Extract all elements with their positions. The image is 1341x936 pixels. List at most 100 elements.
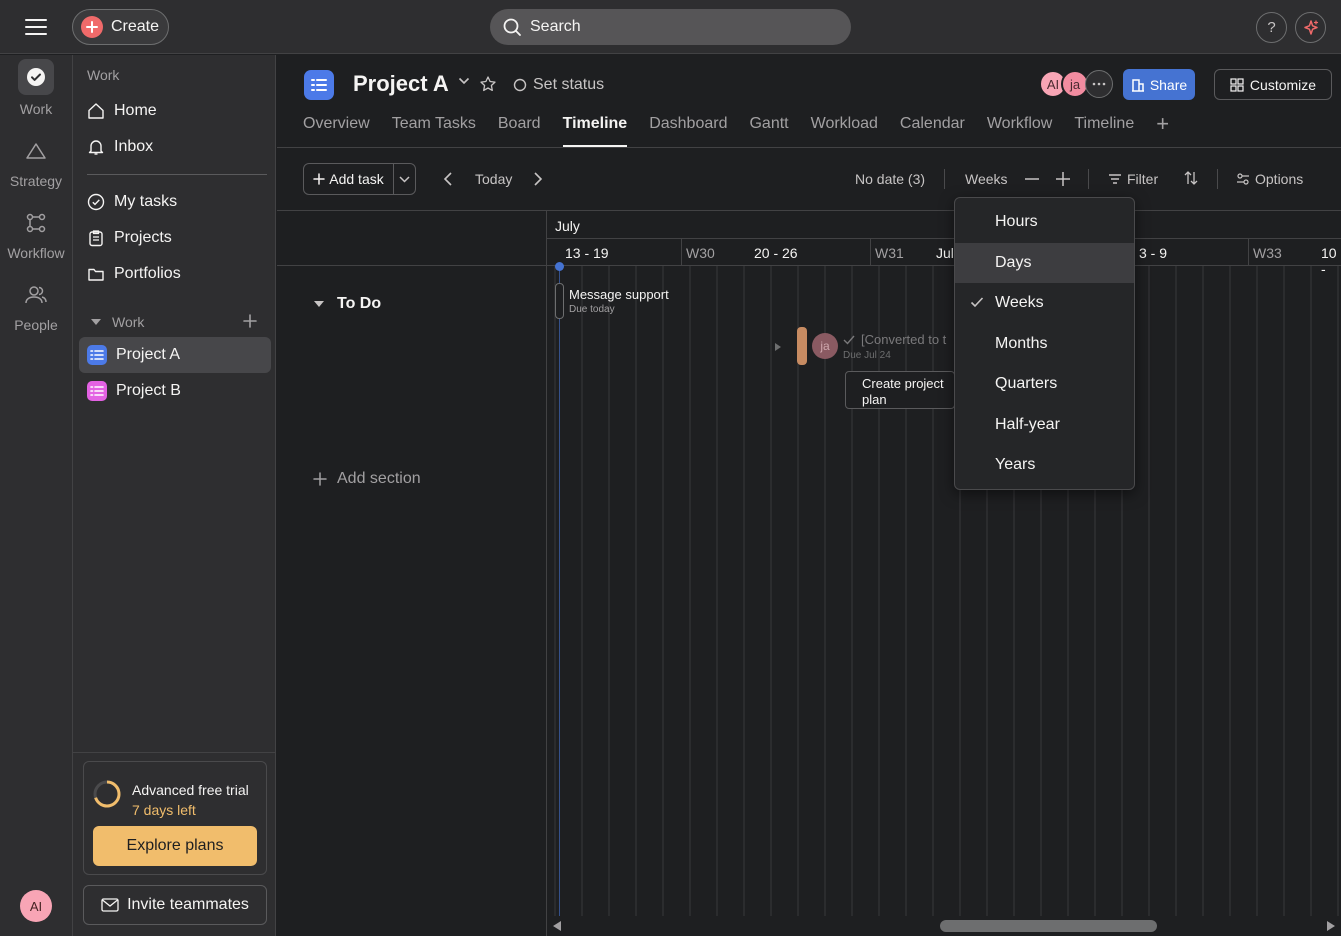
set-status-button[interactable]: Set status xyxy=(513,76,604,94)
rail-item-workflow[interactable]: Workflow xyxy=(0,207,72,261)
task-bar[interactable] xyxy=(555,283,564,319)
member-avatars[interactable]: AI ja xyxy=(1039,70,1113,98)
sidebar-item-portfolios[interactable]: Portfolios xyxy=(79,256,271,292)
rail-item-strategy[interactable]: Strategy xyxy=(0,135,72,189)
add-section-button[interactable]: Add section xyxy=(313,470,421,488)
zoom-out-icon[interactable] xyxy=(1024,171,1040,187)
filter-button[interactable]: Filter xyxy=(1108,171,1158,187)
tab-calendar[interactable]: Calendar xyxy=(900,115,965,147)
no-date-button[interactable]: No date (3) xyxy=(855,171,925,187)
week-label: W33 xyxy=(1253,245,1282,261)
task-card[interactable]: Create project plan xyxy=(845,371,955,409)
user-avatar[interactable]: AI xyxy=(20,890,52,922)
rail-item-people[interactable]: People xyxy=(0,279,72,333)
sidebar-item-my-tasks[interactable]: My tasks xyxy=(79,184,271,220)
bell-icon xyxy=(87,138,105,156)
ai-sparkle-button[interactable] xyxy=(1295,12,1326,43)
expand-arrow-icon[interactable] xyxy=(774,342,782,352)
sidebar-item-label: Project B xyxy=(116,382,181,399)
today-marker xyxy=(555,262,564,271)
menu-item-days[interactable]: Days xyxy=(955,242,1134,283)
chevron-down-icon[interactable] xyxy=(458,77,470,85)
scrollbar-thumb[interactable] xyxy=(940,920,1157,932)
work-section-toggle[interactable]: Work xyxy=(90,314,144,330)
create-button[interactable]: Create xyxy=(72,9,169,45)
star-icon[interactable] xyxy=(479,75,497,93)
trial-days-left: 7 days left xyxy=(132,802,196,818)
triangle-icon xyxy=(18,135,54,167)
project-title[interactable]: Project A xyxy=(353,71,449,97)
menu-item-hours[interactable]: Hours xyxy=(955,202,1134,243)
chevron-left-icon[interactable] xyxy=(443,171,453,187)
month-label: July xyxy=(555,218,580,234)
zoom-select[interactable]: Weeks xyxy=(965,171,1008,187)
today-button[interactable]: Today xyxy=(475,171,512,187)
help-button[interactable]: ? xyxy=(1256,12,1287,43)
week-label: 13 - 19 xyxy=(565,245,609,261)
task-title[interactable]: [Converted to t xyxy=(861,332,946,347)
week-separator xyxy=(681,239,682,265)
task-list-pane: To Do Add section xyxy=(277,211,547,936)
set-status-label: Set status xyxy=(533,76,605,93)
menu-item-label: Half-year xyxy=(995,415,1060,433)
timeline-grid: July 13 - 19 W30 20 - 26 W31 Jul 3 - 9 W… xyxy=(547,211,1341,936)
sort-icon[interactable] xyxy=(1184,170,1198,186)
tab-dashboard[interactable]: Dashboard xyxy=(649,115,727,147)
add-section-label: Add section xyxy=(337,470,421,487)
menu-item-half-year[interactable]: Half-year xyxy=(955,405,1134,446)
tab-overview[interactable]: Overview xyxy=(303,115,370,147)
plus-icon xyxy=(313,472,327,486)
options-button[interactable]: Options xyxy=(1236,171,1303,187)
scroll-right-icon[interactable] xyxy=(1325,920,1337,932)
tab-gantt[interactable]: Gantt xyxy=(749,115,788,147)
list-header-divider xyxy=(277,265,547,266)
zoom-in-icon[interactable] xyxy=(1055,171,1071,187)
menu-item-years[interactable]: Years xyxy=(955,445,1134,486)
workflow-icon xyxy=(18,207,54,239)
add-task-main[interactable]: Add task xyxy=(304,164,394,194)
add-task-dropdown[interactable] xyxy=(394,164,415,194)
menu-item-quarters[interactable]: Quarters xyxy=(955,364,1134,405)
tab-timeline[interactable]: Timeline xyxy=(562,115,628,147)
menu-item-label: Weeks xyxy=(995,294,1044,312)
task-due: Due Jul 24 xyxy=(843,350,891,361)
scroll-left-icon[interactable] xyxy=(551,920,563,932)
tab-timeline-2[interactable]: Timeline xyxy=(1074,115,1134,147)
check-icon[interactable] xyxy=(843,335,855,345)
add-project-icon[interactable] xyxy=(243,314,257,328)
menu-item-weeks[interactable]: Weeks xyxy=(955,283,1134,324)
menu-item-months[interactable]: Months xyxy=(955,324,1134,365)
task-title: Create project plan xyxy=(862,376,944,407)
invite-teammates-button[interactable]: Invite teammates xyxy=(83,885,267,925)
sidebar-heading: Work xyxy=(87,67,120,83)
add-tab-icon[interactable]: + xyxy=(1156,113,1169,135)
task-bar[interactable] xyxy=(797,327,807,365)
search-placeholder: Search xyxy=(530,18,581,35)
avatar: ja xyxy=(812,333,838,359)
sidebar-project-b[interactable]: Project B xyxy=(79,373,271,409)
search-input[interactable]: Search xyxy=(490,9,851,45)
task-due: Due today xyxy=(569,304,615,315)
chevron-right-icon[interactable] xyxy=(533,171,543,187)
rail-label: Workflow xyxy=(7,245,65,261)
sidebar-item-inbox[interactable]: Inbox xyxy=(79,129,271,165)
tab-board[interactable]: Board xyxy=(498,115,541,147)
rail-item-work[interactable]: Work xyxy=(0,59,72,117)
rail-label: Strategy xyxy=(9,173,63,189)
explore-plans-button[interactable]: Explore plans xyxy=(93,826,257,866)
task-title[interactable]: Message support xyxy=(569,287,669,302)
sidebar-item-projects[interactable]: Projects xyxy=(79,220,271,256)
building-icon xyxy=(1131,78,1145,92)
tab-team-tasks[interactable]: Team Tasks xyxy=(392,115,476,147)
customize-button[interactable]: Customize xyxy=(1214,69,1332,100)
section-header[interactable]: To Do xyxy=(313,295,381,313)
menu-icon[interactable] xyxy=(22,15,50,39)
sidebar-project-a[interactable]: Project A xyxy=(79,337,271,373)
week-separator xyxy=(1248,239,1249,265)
tab-workload[interactable]: Workload xyxy=(811,115,878,147)
week-label: W31 xyxy=(875,245,904,261)
sidebar-item-home[interactable]: Home xyxy=(79,93,271,129)
tab-workflow[interactable]: Workflow xyxy=(987,115,1053,147)
add-task-button[interactable]: Add task xyxy=(303,163,416,195)
share-button[interactable]: Share xyxy=(1123,69,1195,100)
